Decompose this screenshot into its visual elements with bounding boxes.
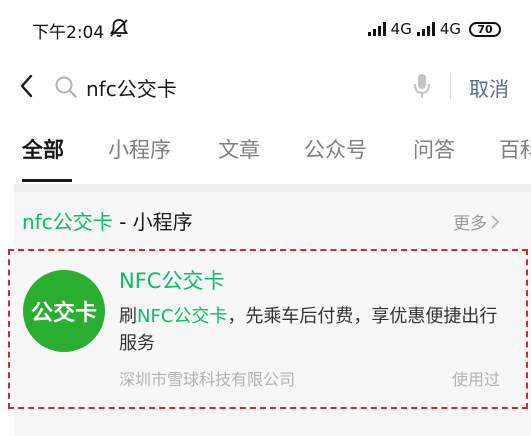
active-tab-indicator [22, 179, 72, 182]
signal-icon [367, 22, 386, 36]
tab-qa[interactable]: 问答 [413, 134, 455, 164]
tab-bar: 全部 小程序 文章 公众号 问答 百科 [0, 120, 531, 182]
section-title-suffix: - 小程序 [112, 210, 193, 234]
mini-program-name[interactable]: NFC公交卡 [119, 265, 224, 295]
search-divider [450, 73, 451, 99]
cancel-button[interactable]: 取消 [469, 73, 509, 102]
search-icon [55, 76, 77, 98]
more-link[interactable]: 更多 [453, 209, 500, 234]
mini-program-description: 刷NFC公交卡，先乘车后付费，享优惠便捷出行服务 [119, 303, 499, 357]
search-input[interactable]: nfc公交卡 [86, 73, 177, 102]
microphone-icon[interactable] [412, 72, 432, 100]
back-arrow-icon[interactable] [14, 72, 40, 100]
network-type: 4G [390, 20, 412, 38]
tab-mini-programs[interactable]: 小程序 [108, 134, 171, 164]
search-bar: nfc公交卡 取消 [0, 58, 531, 114]
tab-all[interactable]: 全部 [22, 134, 64, 164]
used-before-label: 使用过 [452, 370, 501, 389]
more-label: 更多 [453, 214, 487, 234]
tab-encyclopedia[interactable]: 百科 [499, 134, 531, 164]
status-bar: 下午2:04 4G 4G 70 [0, 0, 531, 58]
signal-icon-2 [416, 22, 435, 36]
mini-program-logo: 公交卡 [23, 270, 105, 352]
mute-bell-icon [109, 19, 129, 38]
desc-prefix: 刷 [119, 306, 137, 327]
section-separator [14, 184, 531, 192]
tab-articles[interactable]: 文章 [218, 134, 260, 164]
mini-program-company: 深圳市雪球科技有限公司 [119, 370, 296, 389]
network-type-2: 4G [439, 20, 461, 38]
chevron-right-icon [491, 214, 500, 229]
status-indicators: 4G 4G 70 [367, 18, 501, 40]
desc-keyword: NFC公交卡 [137, 306, 228, 327]
section-title: nfc公交卡 - 小程序 [22, 206, 193, 235]
section-title-keyword: nfc公交卡 [22, 210, 113, 234]
tab-official-accounts[interactable]: 公众号 [304, 134, 367, 164]
battery-icon: 70 [469, 21, 501, 37]
status-time: 下午2:04 [32, 23, 105, 43]
